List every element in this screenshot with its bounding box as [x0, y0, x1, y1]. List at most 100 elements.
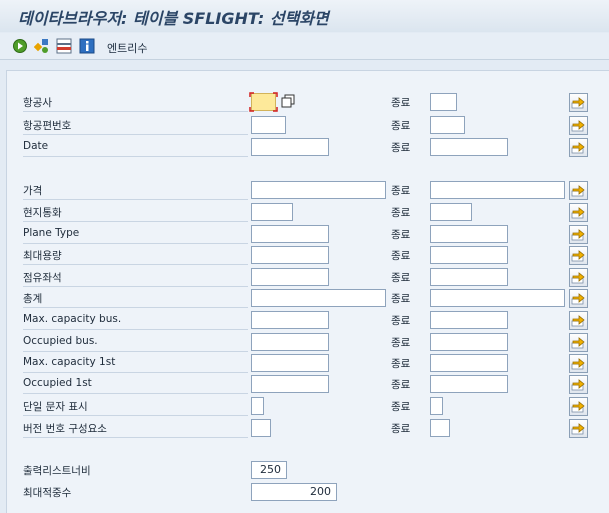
multiple-selection-arrow-icon: [571, 401, 585, 413]
field-label: 버전 번호 구성요소: [23, 423, 107, 435]
from-value-input[interactable]: [251, 311, 329, 329]
from-value-input[interactable]: [251, 246, 329, 264]
multiple-selection-arrow-icon: [571, 207, 585, 219]
to-value-input[interactable]: [430, 225, 508, 243]
to-label: 종료: [391, 229, 411, 241]
from-value-input[interactable]: [251, 93, 276, 111]
to-value-input[interactable]: [430, 333, 508, 351]
selection-row: 항공사 종료: [7, 92, 609, 113]
multiple-selection-arrow-icon: [571, 229, 585, 241]
selection-row: 항공편번호 종료: [7, 116, 609, 136]
field-label: 가격: [23, 185, 43, 197]
info-icon[interactable]: [79, 38, 95, 54]
to-label: 종료: [391, 401, 411, 413]
selection-row: 버전 번호 구성요소 종료: [7, 419, 609, 439]
to-value-input[interactable]: [430, 181, 565, 199]
multiple-selection-arrow-icon: [571, 293, 585, 305]
multiple-selection-button[interactable]: [569, 354, 588, 373]
multiple-selection-button[interactable]: [569, 225, 588, 244]
selection-row: Occupied bus. 종료: [7, 333, 609, 353]
from-value-input[interactable]: [251, 375, 329, 393]
field-label: Max. capacity bus.: [23, 313, 122, 325]
selection-row: Plane Type 종료: [7, 225, 609, 245]
multiple-selection-button[interactable]: [569, 419, 588, 438]
selection-row: 최대용량 종료: [7, 246, 609, 266]
multiple-selection-button[interactable]: [569, 333, 588, 352]
field-label: Plane Type: [23, 227, 80, 239]
from-value-input[interactable]: [251, 116, 286, 134]
from-value-input[interactable]: [251, 419, 271, 437]
from-value-input[interactable]: [251, 138, 329, 156]
field-label: Occupied 1st: [23, 377, 92, 389]
field-label: 항공편번호: [23, 120, 72, 132]
to-label: 종료: [391, 379, 411, 391]
output-width-label: 출력리스트너비: [23, 465, 91, 477]
from-value-input[interactable]: [251, 289, 386, 307]
to-label: 종료: [391, 293, 411, 305]
multiple-selection-button[interactable]: [569, 138, 588, 157]
field-label: Date: [23, 140, 49, 152]
selection-row: 가격 종료: [7, 181, 609, 201]
execute-icon[interactable]: [12, 38, 28, 54]
selection-row: 단일 문자 표시 종료: [7, 397, 609, 417]
to-value-input[interactable]: [430, 268, 508, 286]
selection-row: 점유좌석 종료: [7, 268, 609, 288]
to-label: 종료: [391, 185, 411, 197]
search-help-icon[interactable]: [281, 94, 296, 109]
from-value-input[interactable]: [251, 397, 264, 415]
multiple-selection-button[interactable]: [569, 93, 588, 112]
from-value-input[interactable]: [251, 181, 386, 199]
title-bar: 데이타브라우저: 테이블 SFLIGHT: 선택화면: [0, 0, 609, 32]
from-value-input[interactable]: [251, 333, 329, 351]
field-label: 단일 문자 표시: [23, 401, 88, 413]
to-value-input[interactable]: [430, 311, 508, 329]
selection-row: Max. capacity 1st 종료: [7, 354, 609, 374]
multiple-selection-button[interactable]: [569, 397, 588, 416]
multiple-selection-button[interactable]: [569, 375, 588, 394]
delete-row-icon[interactable]: [56, 38, 72, 54]
selection-row: Date 종료: [7, 138, 609, 158]
to-value-input[interactable]: [430, 93, 457, 111]
to-value-input[interactable]: [430, 116, 465, 134]
selection-screen: 항공사 종료 항공편번호 종료 Date 종료 가격 종료 현지통화 종료 Plane Type 종료…: [6, 70, 609, 513]
max-hits-label: 최대적중수: [23, 487, 72, 499]
multiple-selection-button[interactable]: [569, 181, 588, 200]
field-label: 점유좌석: [23, 272, 62, 284]
to-value-input[interactable]: [430, 138, 508, 156]
from-value-input[interactable]: [251, 354, 329, 372]
multiple-selection-button[interactable]: [569, 289, 588, 308]
field-label: 항공사: [23, 97, 52, 109]
to-label: 종료: [391, 423, 411, 435]
to-value-input[interactable]: [430, 246, 508, 264]
multiple-selection-button[interactable]: [569, 268, 588, 287]
selection-row: Max. capacity bus. 종료: [7, 311, 609, 331]
multiple-selection-button[interactable]: [569, 246, 588, 265]
multiple-selection-button[interactable]: [569, 116, 588, 135]
to-value-input[interactable]: [430, 419, 450, 437]
max-hits-input[interactable]: 200: [251, 483, 337, 501]
multiple-selection-arrow-icon: [571, 358, 585, 370]
multiple-selection-button[interactable]: [569, 311, 588, 330]
to-label: 종료: [391, 315, 411, 327]
multiple-selection-arrow-icon: [571, 250, 585, 262]
to-value-input[interactable]: [430, 203, 472, 221]
multiple-selection-button[interactable]: [569, 203, 588, 222]
to-value-input[interactable]: [430, 375, 508, 393]
field-label: 현지통화: [23, 207, 62, 219]
multiple-selection-arrow-icon: [571, 379, 585, 391]
from-value-input[interactable]: [251, 225, 329, 243]
entries-button[interactable]: 엔트리수: [107, 40, 147, 56]
to-value-input[interactable]: [430, 354, 508, 372]
from-value-input[interactable]: [251, 268, 329, 286]
field-label: Occupied bus.: [23, 335, 98, 347]
to-label: 종료: [391, 250, 411, 262]
output-width-input[interactable]: 250: [251, 461, 287, 479]
to-value-input[interactable]: [430, 289, 565, 307]
selection-options-icon[interactable]: [34, 38, 50, 54]
multiple-selection-arrow-icon: [571, 120, 585, 132]
to-value-input[interactable]: [430, 397, 443, 415]
to-label: 종료: [391, 120, 411, 132]
to-label: 종료: [391, 142, 411, 154]
multiple-selection-arrow-icon: [571, 423, 585, 435]
from-value-input[interactable]: [251, 203, 293, 221]
